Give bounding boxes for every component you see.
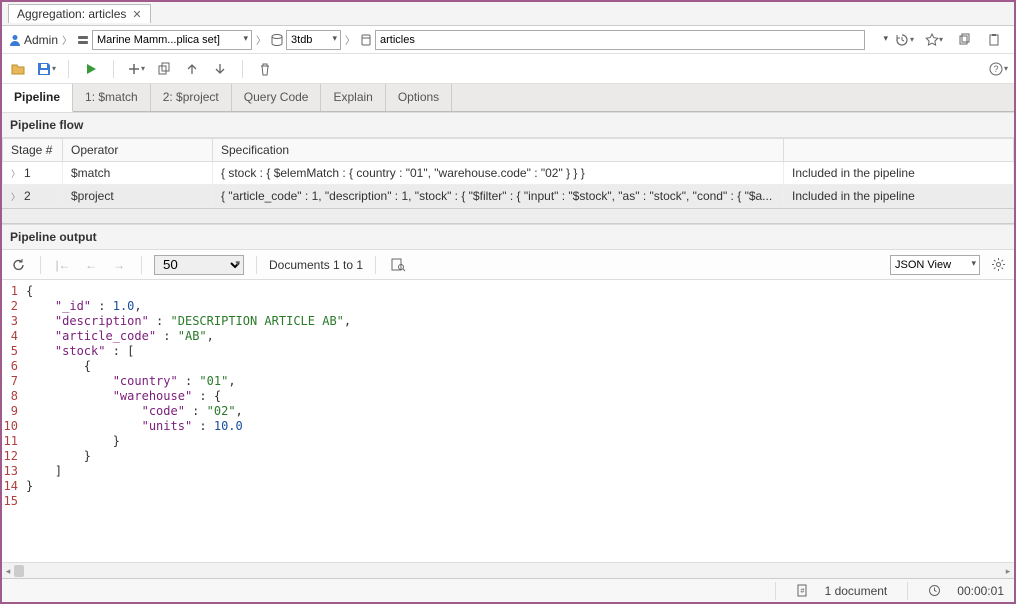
next-page-icon[interactable]: → [109,255,129,275]
database-select[interactable]: 3tdb [286,30,341,50]
close-icon[interactable]: ✕ [132,8,141,21]
connection-select[interactable]: Marine Mamm...plica set] [92,30,252,50]
tab-pipeline[interactable]: Pipeline [2,84,73,112]
toolbar: ▾ ▾ ?▾ [2,54,1014,84]
settings-icon[interactable] [988,255,1008,275]
tabs: Pipeline1: $match2: $projectQuery CodeEx… [2,84,1014,112]
tab-2-project[interactable]: 2: $project [151,84,232,111]
document-count: 1 document [825,584,888,598]
view-mode-select[interactable]: JSON View [890,255,980,275]
add-icon[interactable]: ▾ [126,59,146,79]
clock-icon [928,584,941,598]
copy-icon[interactable] [954,30,974,50]
chevron-right-icon: 〉 [343,32,357,47]
pipeline-output-header: Pipeline output [2,224,1014,250]
statusbar: # 1 document 00:00:01 [2,578,1014,602]
breadcrumb: Admin 〉 Marine Mamm...plica set] 〉 3tdb … [2,26,1014,54]
help-icon[interactable]: ?▾ [988,59,1008,79]
svg-text:#: # [800,588,804,595]
tab-explain[interactable]: Explain [321,84,385,111]
run-icon[interactable] [81,59,101,79]
pipeline-flow-table: Stage #OperatorSpecification 〉1$match{ s… [2,138,1014,208]
paste-icon[interactable] [984,30,1004,50]
refresh-icon[interactable] [8,255,28,275]
tab-query-code[interactable]: Query Code [232,84,322,111]
save-icon[interactable]: ▾ [36,59,56,79]
tab-options[interactable]: Options [386,84,452,111]
document-count-icon: # [796,584,809,598]
user-icon [8,33,22,47]
delete-icon[interactable] [255,59,275,79]
favorite-icon[interactable]: ▾ [924,30,944,50]
chevron-right-icon: 〉 [60,32,74,47]
output-toolbar: |← ← → 50 Documents 1 to 1 JSON View [2,250,1014,280]
document-range: Documents 1 to 1 [269,258,363,272]
duplicate-icon[interactable] [154,59,174,79]
table-header: Stage # [3,139,63,162]
splitter[interactable] [2,208,1014,224]
table-row[interactable]: 〉1$match{ stock : { $elemMatch : { count… [3,162,1014,185]
collection-select[interactable]: articles [375,30,865,50]
user-label: Admin [24,33,58,47]
json-output[interactable]: 1{2 "_id" : 1.0,3 "description" : "DESCR… [2,280,1014,562]
scroll-right-icon[interactable]: ▸ [1002,563,1014,579]
scroll-left-icon[interactable]: ◂ [2,563,14,579]
table-header: Operator [63,139,213,162]
pipeline-flow-header: Pipeline flow [2,112,1014,138]
table-header [784,139,1014,162]
find-icon[interactable] [388,255,408,275]
tab-1-match[interactable]: 1: $match [73,84,151,111]
window-title: Aggregation: articles [17,7,126,21]
svg-text:?: ? [993,63,998,73]
prev-page-icon[interactable]: ← [81,255,101,275]
move-up-icon[interactable] [182,59,202,79]
titlebar: Aggregation: articles ✕ [2,2,1014,26]
open-icon[interactable] [8,59,28,79]
elapsed-time: 00:00:01 [957,584,1004,598]
move-down-icon[interactable] [210,59,230,79]
chevron-right-icon: 〉 [254,32,268,47]
server-icon [76,33,90,47]
table-row[interactable]: 〉2$project{ "article_code" : 1, "descrip… [3,185,1014,208]
database-icon [270,33,284,47]
collection-icon [359,33,373,47]
window-tab[interactable]: Aggregation: articles ✕ [8,4,151,23]
h-scrollbar[interactable]: ◂ ▸ [2,562,1014,578]
history-icon[interactable]: ▾ [894,30,914,50]
first-page-icon[interactable]: |← [53,255,73,275]
table-header: Specification [213,139,784,162]
page-size-select[interactable]: 50 [154,255,244,275]
